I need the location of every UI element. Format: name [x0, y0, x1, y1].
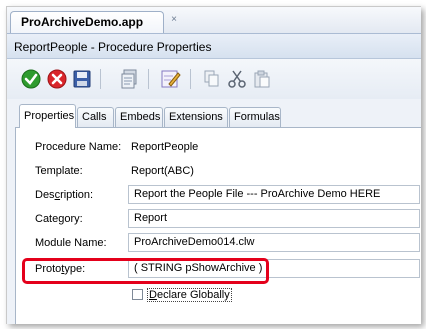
window-title: ReportPeople - Procedure Properties: [7, 33, 421, 59]
cancel-button[interactable]: [46, 68, 68, 90]
cut-button[interactable]: [226, 68, 248, 90]
document-tab-proarchivedemo[interactable]: ProArchiveDemo.app: [10, 11, 164, 33]
copy-procedure-button[interactable]: [119, 68, 141, 90]
paste-button[interactable]: [251, 68, 273, 90]
cut-scissors-icon: [228, 70, 246, 88]
description-label-part: ription:: [60, 189, 94, 201]
toolbar-separator: [100, 69, 101, 89]
close-document-tab-icon[interactable]: ×: [167, 13, 181, 27]
tab-embeds[interactable]: Embeds: [115, 107, 163, 127]
module-name-field[interactable]: ProArchiveDemo014.clw: [128, 233, 420, 252]
tab-calls[interactable]: Calls: [77, 107, 114, 127]
declare-globally-accel: D: [149, 289, 157, 301]
module-name-label: Module Name:: [35, 237, 107, 249]
copy-icon: [204, 70, 219, 87]
description-label-part: Des: [35, 189, 55, 201]
cancel-x-icon: [47, 69, 67, 89]
tab-properties[interactable]: Properties: [19, 104, 76, 128]
category-label: Category:: [35, 213, 83, 225]
document-tab-strip: ProArchiveDemo.app ×: [7, 7, 421, 33]
tab-extensions[interactable]: Extensions: [164, 107, 228, 127]
prototype-highlight-box: [22, 258, 269, 284]
template-value: Report(ABC): [131, 165, 194, 177]
procedure-name-label: Procedure Name:: [35, 141, 122, 153]
toolbar-separator: [190, 69, 191, 89]
paste-icon: [254, 70, 270, 88]
procedure-name-value: ReportPeople: [131, 141, 199, 153]
save-button[interactable]: [71, 68, 93, 90]
template-label: Template:: [35, 165, 83, 177]
copy-button[interactable]: [201, 68, 223, 90]
description-label: Description:: [35, 189, 93, 201]
edit-button[interactable]: [160, 68, 182, 90]
save-disk-icon: [73, 70, 91, 88]
description-field[interactable]: Report the People File --- ProArchive De…: [128, 185, 420, 204]
toolbar: [7, 59, 421, 99]
declare-globally-label[interactable]: Declare Globally: [147, 288, 232, 302]
tab-formulas[interactable]: Formulas: [229, 107, 281, 127]
toolbar-separator: [148, 69, 149, 89]
category-field[interactable]: Report: [128, 209, 420, 228]
copy-procedure-icon: [121, 69, 137, 89]
ok-check-icon: [21, 69, 41, 89]
edit-pencil-icon: [161, 70, 181, 88]
declare-globally-checkbox[interactable]: [132, 289, 143, 300]
ok-button[interactable]: [20, 68, 42, 90]
declare-globally-label-part: eclare Globally: [156, 289, 230, 301]
